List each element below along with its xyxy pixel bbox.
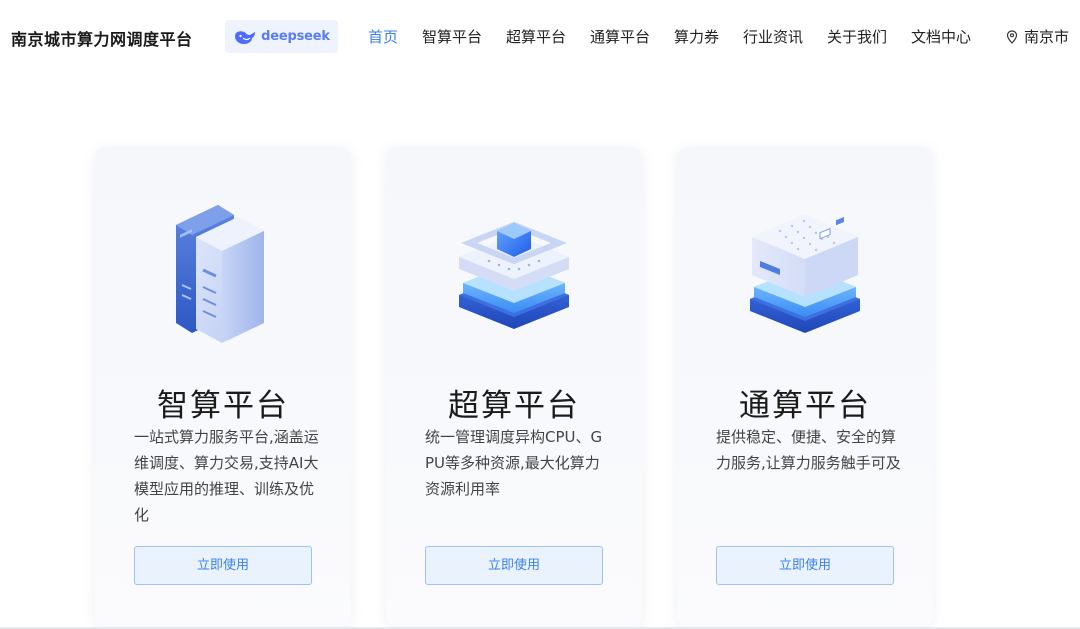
card-description: 提供稳定、便捷、安全的算力服务,让算力服务触手可及 — [716, 428, 901, 472]
card-general-compute: 通算平台 提供稳定、便捷、安全的算力服务,让算力服务触手可及 立即使用 — [677, 147, 933, 626]
nav-item-docs[interactable]: 文档中心 — [911, 26, 971, 47]
nav-item-home[interactable]: 首页 — [368, 26, 398, 47]
use-now-button[interactable]: 立即使用 — [716, 546, 894, 585]
location-label: 南京市 — [1024, 28, 1070, 46]
server-rack-icon — [176, 205, 264, 343]
deepseek-logo[interactable]: deepseek — [225, 20, 338, 53]
top-navigation-bar: 南京城市算力网调度平台 deepseek 首页 智算平台 超算平台 通算平台 算… — [0, 0, 1080, 76]
nav-item-ai-compute[interactable]: 智算平台 — [422, 26, 482, 47]
nav-item-about-us[interactable]: 关于我们 — [827, 26, 887, 47]
nav-item-compute-voucher[interactable]: 算力券 — [674, 26, 719, 47]
brand-text: deepseek — [261, 29, 330, 44]
card-description: 一站式算力服务平台,涵盖运维调度、算力交易,支持AI大模型应用的推理、训练及优化 — [134, 428, 319, 524]
card-ai-compute: 智算平台 一站式算力服务平台,涵盖运维调度、算力交易,支持AI大模型应用的推理、… — [95, 147, 351, 626]
general-compute-box-icon — [750, 215, 860, 333]
nav-item-general-compute[interactable]: 通算平台 — [590, 26, 650, 47]
supercompute-chip-icon — [459, 221, 569, 329]
card-title: 超算平台 — [448, 388, 580, 424]
use-now-button[interactable]: 立即使用 — [134, 546, 312, 585]
card-description: 统一管理调度异构CPU、GPU等多种资源,最大化算力资源利用率 — [425, 428, 603, 498]
card-title: 智算平台 — [157, 388, 289, 424]
nav-item-supercompute[interactable]: 超算平台 — [506, 26, 566, 47]
whale-logo-icon — [235, 30, 256, 44]
site-title[interactable]: 南京城市算力网调度平台 — [11, 26, 193, 50]
use-now-button[interactable]: 立即使用 — [425, 546, 603, 585]
nav-item-industry-news[interactable]: 行业资讯 — [743, 26, 803, 47]
map-pin-icon — [1006, 29, 1018, 44]
card-supercompute: 超算平台 统一管理调度异构CPU、GPU等多种资源,最大化算力资源利用率 立即使… — [386, 147, 642, 626]
location-selector[interactable]: 南京市 — [1006, 26, 1069, 47]
card-title: 通算平台 — [739, 388, 871, 424]
